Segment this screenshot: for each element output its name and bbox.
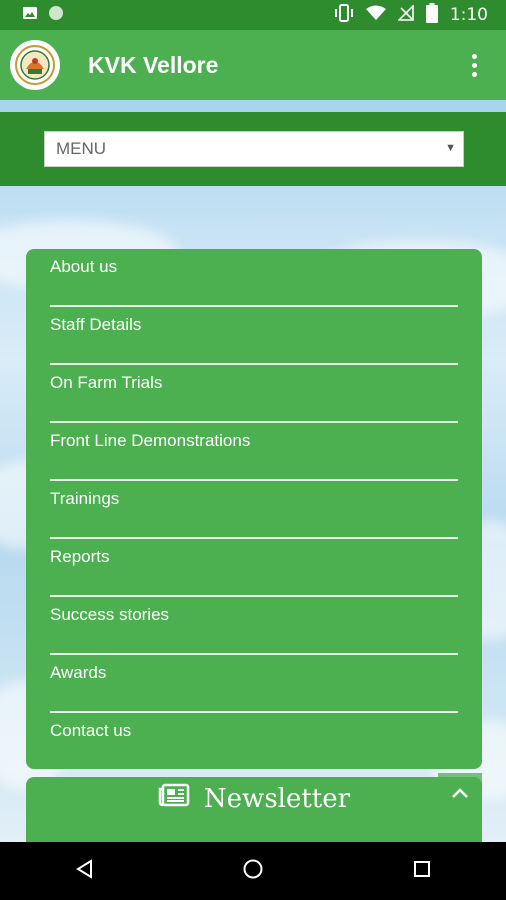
back-icon: [75, 858, 93, 884]
back-button[interactable]: [54, 851, 114, 891]
recents-icon: [413, 860, 431, 883]
circle-icon: [48, 5, 64, 26]
battery-icon: [425, 2, 438, 28]
nav-bar: [0, 842, 506, 900]
link-front-line-demonstrations[interactable]: Front Line Demonstrations: [50, 423, 458, 481]
vibrate-icon: [334, 3, 354, 27]
image-icon: [22, 5, 38, 26]
link-label: Success stories: [50, 605, 170, 624]
link-reports[interactable]: Reports: [50, 539, 458, 597]
link-about-us[interactable]: About us: [50, 249, 458, 307]
link-label: Awards: [50, 663, 107, 682]
menu-dropdown-value: MENU: [56, 139, 107, 158]
more-vert-icon[interactable]: [464, 50, 484, 80]
dropdown-arrow-icon: ▼: [445, 142, 456, 154]
link-label: Trainings: [50, 489, 120, 508]
scroll-top-button[interactable]: [438, 773, 482, 817]
link-label: About us: [50, 257, 118, 276]
newsletter-heading[interactable]: Newsletter: [26, 783, 482, 814]
link-label: Front Line Demonstrations: [50, 431, 251, 450]
home-icon: [242, 858, 264, 885]
link-success-stories[interactable]: Success stories: [50, 597, 458, 655]
status-bar: 1:10: [0, 0, 506, 30]
clock: 1:10: [449, 5, 488, 25]
newspaper-icon: [158, 783, 190, 814]
wifi-icon: [365, 5, 386, 26]
link-label: Staff Details: [50, 315, 142, 334]
no-signal-icon: [396, 3, 414, 26]
link-on-farm-trials[interactable]: On Farm Trials: [50, 365, 458, 423]
chevron-up-icon: [451, 786, 469, 804]
link-label: Reports: [50, 547, 110, 566]
menu-band: MENU ▼: [0, 112, 506, 186]
link-trainings[interactable]: Trainings: [50, 481, 458, 539]
home-button[interactable]: [223, 851, 283, 891]
menu-dropdown[interactable]: MENU ▼: [44, 131, 464, 167]
link-label: On Farm Trials: [50, 373, 163, 392]
link-label: Contact us: [50, 721, 132, 740]
link-awards[interactable]: Awards: [50, 655, 458, 713]
links-card: About us Staff Details On Farm Trials Fr…: [26, 249, 482, 769]
app-title: KVK Vellore: [88, 51, 219, 78]
app-logo: [10, 40, 60, 90]
link-staff-details[interactable]: Staff Details: [50, 307, 458, 365]
recents-button[interactable]: [392, 851, 452, 891]
newsletter-title: Newsletter: [203, 783, 351, 814]
link-contact-us[interactable]: Contact us: [50, 713, 458, 771]
app-bar: KVK Vellore: [0, 30, 506, 100]
